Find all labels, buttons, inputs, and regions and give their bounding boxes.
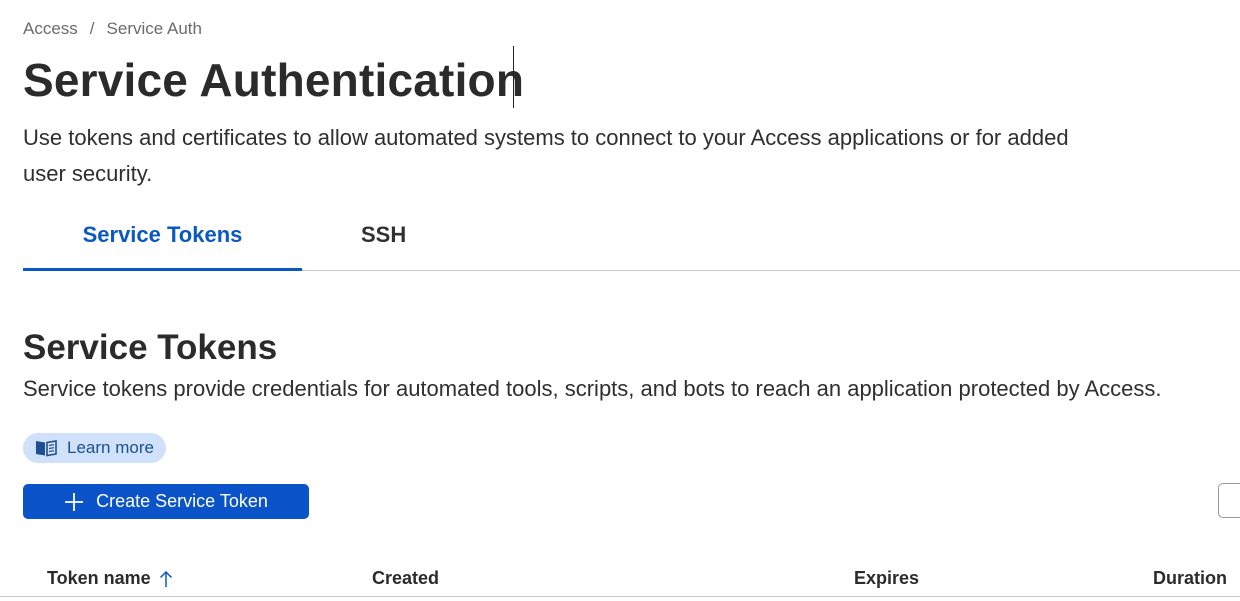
- column-header-expires: Expires: [854, 568, 919, 589]
- breadcrumb-separator: /: [89, 19, 95, 38]
- create-button-label: Create Service Token: [96, 491, 268, 511]
- tab-label: Service Tokens: [82, 222, 243, 247]
- column-header-created: Created: [372, 568, 439, 589]
- tab-bar: Service Tokens SSH: [23, 222, 1240, 271]
- learn-more-label: Learn more: [67, 438, 154, 457]
- column-label: Expires: [854, 568, 920, 588]
- create-service-token-button[interactable]: Create Service Token: [23, 484, 309, 519]
- plus-icon: [64, 492, 84, 512]
- text-cursor: [513, 46, 514, 108]
- arrow-up-icon: [159, 570, 173, 588]
- tab-service-tokens[interactable]: Service Tokens: [23, 222, 302, 271]
- column-label: Token name: [47, 568, 151, 588]
- tab-label: SSH: [361, 222, 407, 247]
- page-title: Service Authentication: [23, 54, 525, 106]
- learn-more-link[interactable]: Learn more: [23, 433, 166, 463]
- column-label: Created: [372, 568, 440, 588]
- section-description: Service tokens provide credentials for a…: [23, 376, 1162, 401]
- book-icon: [35, 439, 57, 457]
- breadcrumb-item-service-auth[interactable]: Service Auth: [107, 19, 202, 39]
- table-header: Token name Created Expires Duration: [0, 562, 1240, 597]
- page-description: Use tokens and certificates to allow aut…: [23, 125, 1069, 186]
- column-header-duration: Duration: [1153, 568, 1227, 589]
- column-label: Duration: [1153, 568, 1227, 588]
- service-auth-page: Access / Service Auth Service Authentica…: [0, 0, 1240, 601]
- tab-ssh[interactable]: SSH: [353, 222, 481, 268]
- search-filter-button[interactable]: [1218, 483, 1240, 518]
- section-title: Service Tokens: [23, 328, 278, 367]
- breadcrumb-item-access[interactable]: Access: [23, 19, 78, 39]
- breadcrumb: Access / Service Auth: [23, 19, 202, 39]
- column-header-token-name[interactable]: Token name: [47, 568, 173, 589]
